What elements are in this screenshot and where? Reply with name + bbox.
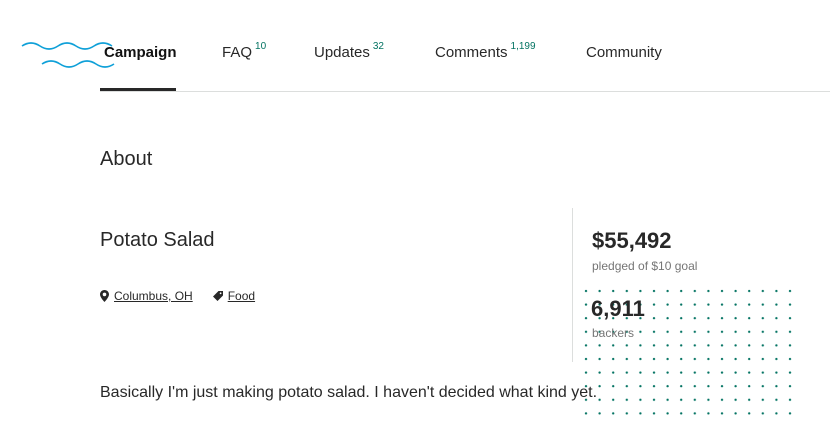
tab-label: FAQ <box>222 44 253 61</box>
map-pin-icon <box>100 290 109 302</box>
stats-divider <box>572 208 573 362</box>
backers-caption: backers <box>592 326 635 340</box>
tab-label: Campaign <box>104 44 177 61</box>
tag-icon <box>212 291 223 301</box>
project-page: Campaign FAQ 10 Updates 32 Comments 1,199 C… <box>0 0 830 431</box>
category-label: Food <box>227 289 256 303</box>
location-link[interactable]: Columbus, OH <box>100 289 193 303</box>
pledged-amount: $55,492 <box>592 228 672 253</box>
tab-comments[interactable]: Comments 1,199 <box>435 41 536 61</box>
tab-campaign[interactable]: Campaign <box>104 44 177 61</box>
project-title: Potato Salad <box>100 229 215 251</box>
tab-count-badge: 1,199 <box>510 41 536 52</box>
tab-label: Updates <box>314 44 370 61</box>
nav-divider <box>100 91 830 92</box>
project-meta: Columbus, OH Food <box>100 289 275 303</box>
project-nav-tabs: Campaign FAQ 10 Updates 32 Comments 1,199 C… <box>0 0 830 92</box>
category-link[interactable]: Food <box>212 289 256 303</box>
tab-count-badge: 10 <box>255 41 267 52</box>
tab-faq[interactable]: FAQ 10 <box>222 41 267 61</box>
tab-updates[interactable]: Updates 32 <box>314 41 384 61</box>
tab-label: Community <box>586 44 662 61</box>
tab-count-badge: 32 <box>372 41 384 52</box>
location-label: Columbus, OH <box>114 289 193 303</box>
about-heading: About <box>100 148 153 170</box>
tab-community[interactable]: Community <box>586 44 662 61</box>
tab-label: Comments <box>435 44 508 61</box>
backers-count: 6,911 <box>591 296 645 321</box>
project-description: Basically I'm just making potato salad. … <box>100 384 598 401</box>
pledged-caption: pledged of $10 goal <box>592 259 698 273</box>
